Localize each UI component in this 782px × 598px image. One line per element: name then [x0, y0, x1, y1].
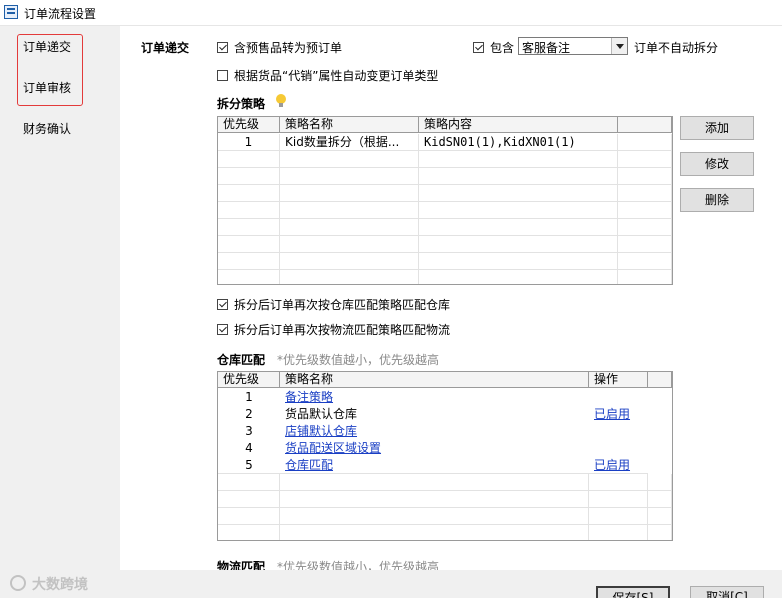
table-row [218, 168, 672, 185]
split-table-header: 优先级 策略名称 策略内容 [218, 117, 672, 133]
table-row[interactable]: 2 货品默认仓库 已启用 [218, 406, 648, 423]
split-col-content: 策略内容 [419, 117, 618, 133]
warehouse-strategy-link[interactable]: 店铺默认仓库 [280, 423, 589, 440]
footer: 大数跨境 保存[S] 取消[C] [0, 570, 782, 598]
table-row [218, 253, 672, 270]
warehouse-strategy-link[interactable]: 货品配送区域设置 [280, 440, 589, 457]
split-row-content: KidSN01(1),KidXN01(1) [419, 134, 618, 151]
table-row [218, 151, 672, 168]
table-row[interactable]: 3 店铺默认仓库 [218, 423, 648, 440]
table-row [218, 236, 672, 253]
resplit-warehouse-label: 拆分后订单再次按仓库匹配策略匹配仓库 [234, 298, 451, 312]
include-select-value: 客服备注 [522, 41, 571, 55]
include-label: 包含 [490, 41, 515, 55]
table-row[interactable]: 5 仓库匹配 已启用 [218, 457, 648, 474]
warehouse-col-name: 策略名称 [280, 372, 589, 388]
table-row[interactable]: 1 备注策略 [218, 389, 648, 406]
sidebar-item-order-review[interactable]: 订单审核 [23, 79, 71, 96]
split-col-priority: 优先级 [218, 117, 280, 133]
watermark: 大数跨境 [10, 574, 106, 593]
edit-strategy-button[interactable]: 修改 [680, 152, 754, 176]
warehouse-match-table: 优先级 策略名称 操作 1 备注策略 2 货品默认仓库 已启用 3 店铺默认仓库… [217, 371, 673, 541]
window-title: 订单流程设置 [24, 7, 97, 21]
table-row [218, 202, 672, 219]
warehouse-table-header: 优先级 策略名称 操作 [218, 372, 672, 388]
include-select[interactable]: 客服备注 [518, 37, 628, 55]
resplit-warehouse-option[interactable]: 拆分后订单再次按仓库匹配策略匹配仓库 [217, 296, 450, 313]
title-bar: 订单流程设置 [0, 0, 782, 26]
table-row [218, 185, 672, 202]
no-auto-split-label: 订单不自动拆分 [634, 41, 719, 55]
split-col-name: 策略名称 [280, 117, 419, 133]
add-strategy-button[interactable]: 添加 [680, 116, 754, 140]
include-option[interactable]: 包含 [473, 39, 514, 56]
split-strategy-table: 优先级 策略名称 策略内容 1 Kid数量拆分（根据... KidSN01(1)… [217, 116, 673, 285]
table-row [218, 219, 672, 236]
watermark-text: 大数跨境 [32, 577, 88, 593]
enabled-status-link[interactable]: 已启用 [589, 406, 648, 423]
resplit-logistics-checkbox[interactable] [217, 324, 228, 335]
resplit-logistics-option[interactable]: 拆分后订单再次按物流匹配策略匹配物流 [217, 321, 450, 338]
split-row-name: Kid数量拆分（根据... [280, 134, 419, 151]
presale-to-preorder-option[interactable]: 含预售品转为预订单 [217, 39, 342, 56]
warehouse-strategy-link[interactable]: 备注策略 [280, 389, 589, 406]
warehouse-strategy-link[interactable]: 仓库匹配 [280, 457, 589, 474]
warehouse-match-title: 仓库匹配 [217, 353, 266, 367]
warehouse-match-hint: *优先级数值越小，优先级越高 [277, 353, 440, 367]
presale-to-preorder-checkbox[interactable] [217, 42, 228, 53]
split-strategy-title: 拆分策略 [217, 97, 266, 111]
resplit-logistics-label: 拆分后订单再次按物流匹配策略匹配物流 [234, 323, 451, 337]
table-row[interactable]: 4 货品配送区域设置 [218, 440, 648, 457]
include-checkbox[interactable] [473, 42, 484, 53]
resplit-warehouse-checkbox[interactable] [217, 299, 228, 310]
consign-type-change-option[interactable]: 根据货品“代销”属性自动变更订单类型 [217, 67, 438, 84]
warehouse-col-action: 操作 [589, 372, 648, 388]
table-row [218, 508, 672, 525]
save-button[interactable]: 保存[S] [596, 586, 670, 598]
table-row [218, 525, 672, 540]
table-row [218, 474, 672, 491]
lightbulb-icon[interactable] [276, 94, 286, 107]
table-row [218, 491, 672, 508]
table-row [218, 270, 672, 284]
consign-type-change-label: 根据货品“代销”属性自动变更订单类型 [234, 69, 439, 83]
split-row-priority: 1 [218, 134, 280, 151]
chevron-down-icon[interactable] [611, 38, 627, 54]
delete-strategy-button[interactable]: 删除 [680, 188, 754, 212]
consign-type-change-checkbox[interactable] [217, 70, 228, 81]
cancel-button[interactable]: 取消[C] [690, 586, 764, 598]
app-icon [4, 5, 18, 19]
sidebar-item-order-submit[interactable]: 订单递交 [23, 38, 71, 55]
split-col-extra [618, 117, 672, 133]
table-row[interactable]: 1 Kid数量拆分（根据... KidSN01(1),KidXN01(1) [218, 134, 672, 151]
settings-panel: 订单递交 含预售品转为预订单 包含 客服备注 订单不自动拆分 根据货品“代销”属… [120, 26, 782, 572]
warehouse-col-priority: 优先级 [218, 372, 280, 388]
section-label-order-submit: 订单递交 [141, 41, 190, 55]
presale-to-preorder-label: 含预售品转为预订单 [234, 41, 343, 55]
enabled-status-link[interactable]: 已启用 [589, 457, 648, 474]
watermark-logo-icon [10, 575, 26, 591]
sidebar: 订单递交 订单审核 财务确认 [0, 26, 120, 570]
sidebar-item-finance-confirm[interactable]: 财务确认 [23, 120, 71, 137]
